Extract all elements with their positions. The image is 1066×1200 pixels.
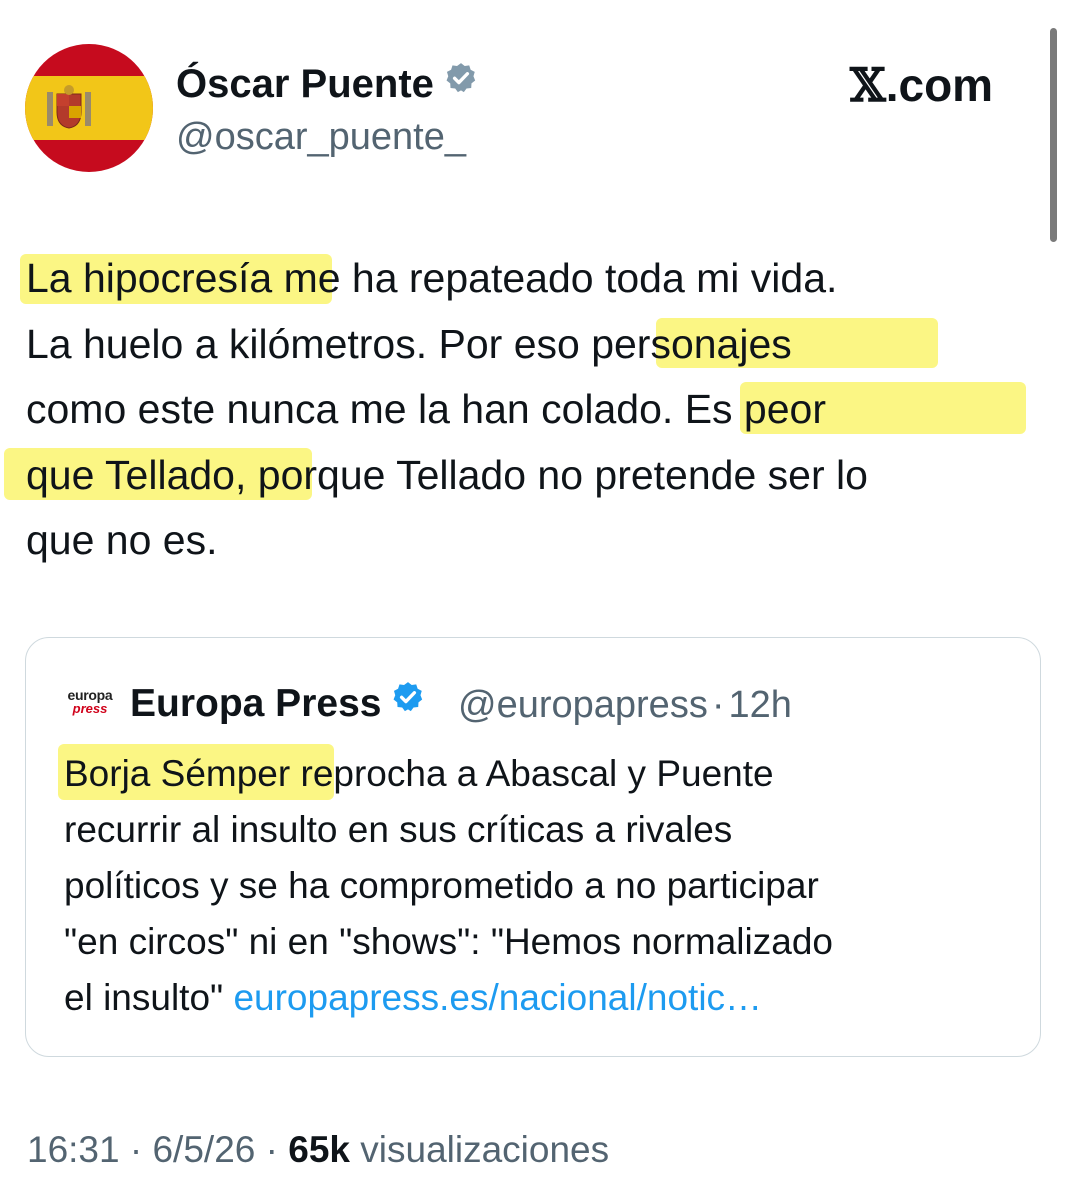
quoted-author-handle[interactable]: @europapress [458,684,708,726]
author-handle[interactable]: @oscar_puente_ [176,114,466,160]
logo-bottom-text: press [72,701,108,716]
x-com-watermark: 𝕏.com [850,58,993,112]
spanish-flag-icon [25,44,153,172]
author-avatar[interactable] [25,44,153,172]
views-label: visualizaciones [360,1129,610,1170]
highlighted-phrase: Borja Sémper [64,753,291,794]
author-name[interactable]: Óscar Puente [176,60,478,110]
separator-dot: · [129,1129,143,1170]
tweet-text: La hipocresía me ha repateado toda mi vi… [26,246,1056,574]
views-count: 65k [288,1129,350,1170]
logo-top-text: europa [67,687,113,703]
verified-badge-icon [391,678,425,726]
quoted-author-name-text: Europa Press [130,682,382,725]
europapress-logo-icon[interactable]: europa press [64,688,116,722]
highlighted-phrase: o. Es peor [639,386,826,432]
quoted-tweet-time[interactable]: 12h [728,684,791,726]
scrollbar[interactable] [1050,28,1057,242]
quoted-line: el insulto" europapress.es/nacional/noti… [64,970,1024,1026]
tweet-line-text: como este nunca me la han colad [26,386,640,432]
quoted-line-text: recurrir al insulto en sus críticas a ri… [64,809,733,850]
quoted-line: Borja Sémper reprocha a Abascal y Puente [64,746,1024,802]
tweet-metadata: 16:31 · 6/5/26 · 65k visualizaciones [27,1127,609,1173]
highlighted-phrase: La hipocresía [26,255,273,301]
quoted-line: recurrir al insulto en sus críticas a ri… [64,802,1024,858]
verified-badge-icon [444,58,478,106]
quoted-line-text: reprocha a Abascal y Puente [290,753,774,794]
separator-dot: · [265,1129,278,1170]
tweet-date[interactable]: 6/5/26 [152,1129,255,1170]
quoted-author-meta: @europapress · 12h [458,682,792,728]
quoted-line-text: políticos y se ha comprometido a no part… [64,865,819,906]
highlighted-phrase: o personajes [557,320,792,367]
quoted-line-text: "en circos" ni en "shows": "Hemos normal… [64,921,833,962]
tweet-line-text: me ha repateado toda mi vida. [272,255,838,301]
x-logo-icon: 𝕏 [850,58,886,112]
quoted-author-name[interactable]: Europa Press [130,680,425,730]
tweet-line: como este nunca me la han colado. Es peo… [26,377,1056,443]
quoted-line: políticos y se ha comprometido a no part… [64,858,1024,914]
tweet-line-text: La huelo a kilómetros. Por es [26,320,557,367]
quoted-tweet-text: Borja Sémper reprocha a Abascal y Puente… [64,746,1024,1026]
highlighted-phrase: que Tellado, [26,451,247,498]
quoted-line: "en circos" ni en "shows": "Hemos normal… [64,914,1024,970]
tweet-time[interactable]: 16:31 [27,1129,120,1170]
tweet-line: que Tellado, porque Tellado no pretende … [26,443,1056,509]
tweet-line: La hipocresía me ha repateado toda mi vi… [26,246,1056,312]
tweet-line-text: porque Tellado no pretende ser lo [246,451,868,498]
article-link[interactable]: europapress.es/nacional/notic… [233,977,762,1018]
quoted-line-text: el insulto" [64,977,234,1018]
brand-suffix: .com [885,59,994,111]
tweet-line: que no es. [26,508,1056,574]
author-name-text: Óscar Puente [176,62,434,106]
tweet-line-text: que no es. [26,517,218,563]
separator-dot: · [711,684,725,726]
tweet-line: La huelo a kilómetros. Por eso personaje… [26,312,1056,378]
